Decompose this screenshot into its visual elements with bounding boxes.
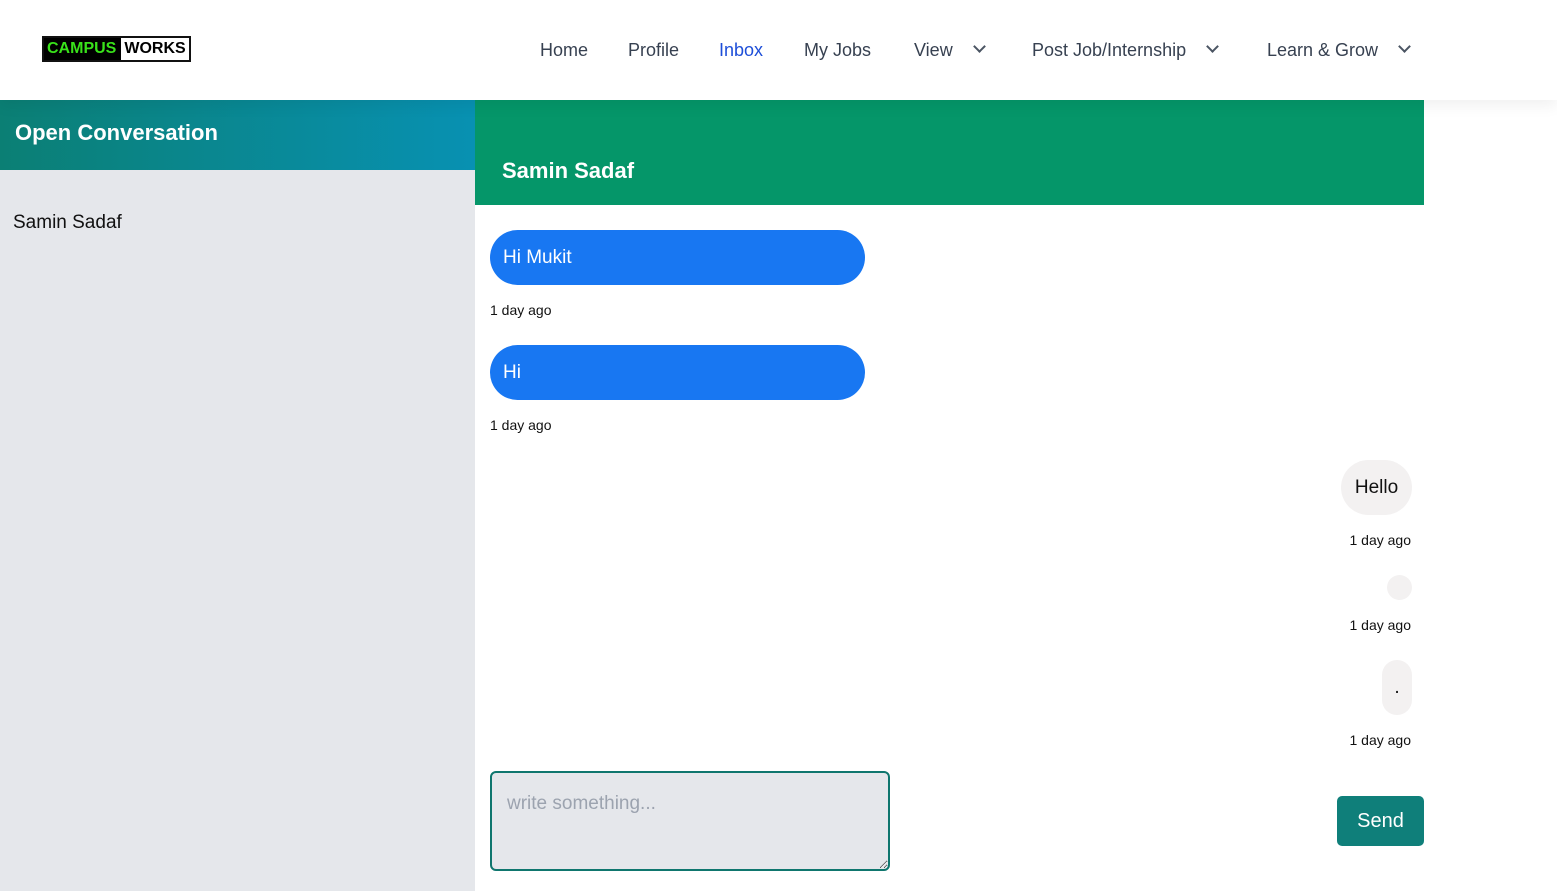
logo-text-works: WORKS — [119, 38, 189, 60]
nav-inbox[interactable]: Inbox — [719, 38, 763, 62]
outgoing-message: . — [1382, 660, 1412, 715]
nav-my-jobs[interactable]: My Jobs — [804, 38, 871, 62]
message-timestamp: 1 day ago — [1349, 532, 1412, 548]
chevron-down-icon — [1206, 39, 1219, 53]
message-timestamp: 1 day ago — [490, 302, 552, 318]
conversation-sidebar: Open Conversation Samin Sadaf — [0, 100, 475, 891]
chevron-down-icon — [1398, 39, 1411, 53]
nav-view-label: View — [914, 40, 953, 60]
nav-view-dropdown[interactable]: View — [914, 38, 986, 62]
campus-works-logo[interactable]: CAMPUS WORKS — [42, 36, 191, 62]
message-timestamp: 1 day ago — [1349, 617, 1412, 633]
nav-profile[interactable]: Profile — [628, 38, 679, 62]
outgoing-message: Hello — [1341, 460, 1412, 515]
incoming-message: Hi — [490, 345, 865, 400]
chevron-down-icon — [972, 39, 986, 53]
nav-home[interactable]: Home — [540, 38, 588, 62]
send-button[interactable]: Send — [1337, 796, 1424, 846]
outgoing-message — [1387, 575, 1412, 600]
conversation-item[interactable]: Samin Sadaf — [13, 212, 122, 234]
nav-learn-grow-dropdown[interactable]: Learn & Grow — [1267, 38, 1411, 62]
message-timestamp: 1 day ago — [490, 417, 552, 433]
nav-post-job-label: Post Job/Internship — [1032, 40, 1187, 60]
message-input[interactable] — [490, 771, 890, 871]
nav-learn-grow-label: Learn & Grow — [1267, 40, 1379, 60]
incoming-message: Hi Mukit — [490, 230, 865, 285]
sidebar-title: Open Conversation — [0, 100, 475, 170]
top-navbar: CAMPUS WORKS Home Profile Inbox My Jobs … — [0, 0, 1557, 100]
chat-recipient-name: Samin Sadaf — [475, 100, 1424, 205]
message-timestamp: 1 day ago — [1349, 732, 1412, 748]
logo-text-campus: CAMPUS — [44, 38, 120, 60]
nav-post-job-dropdown[interactable]: Post Job/Internship — [1032, 38, 1219, 62]
